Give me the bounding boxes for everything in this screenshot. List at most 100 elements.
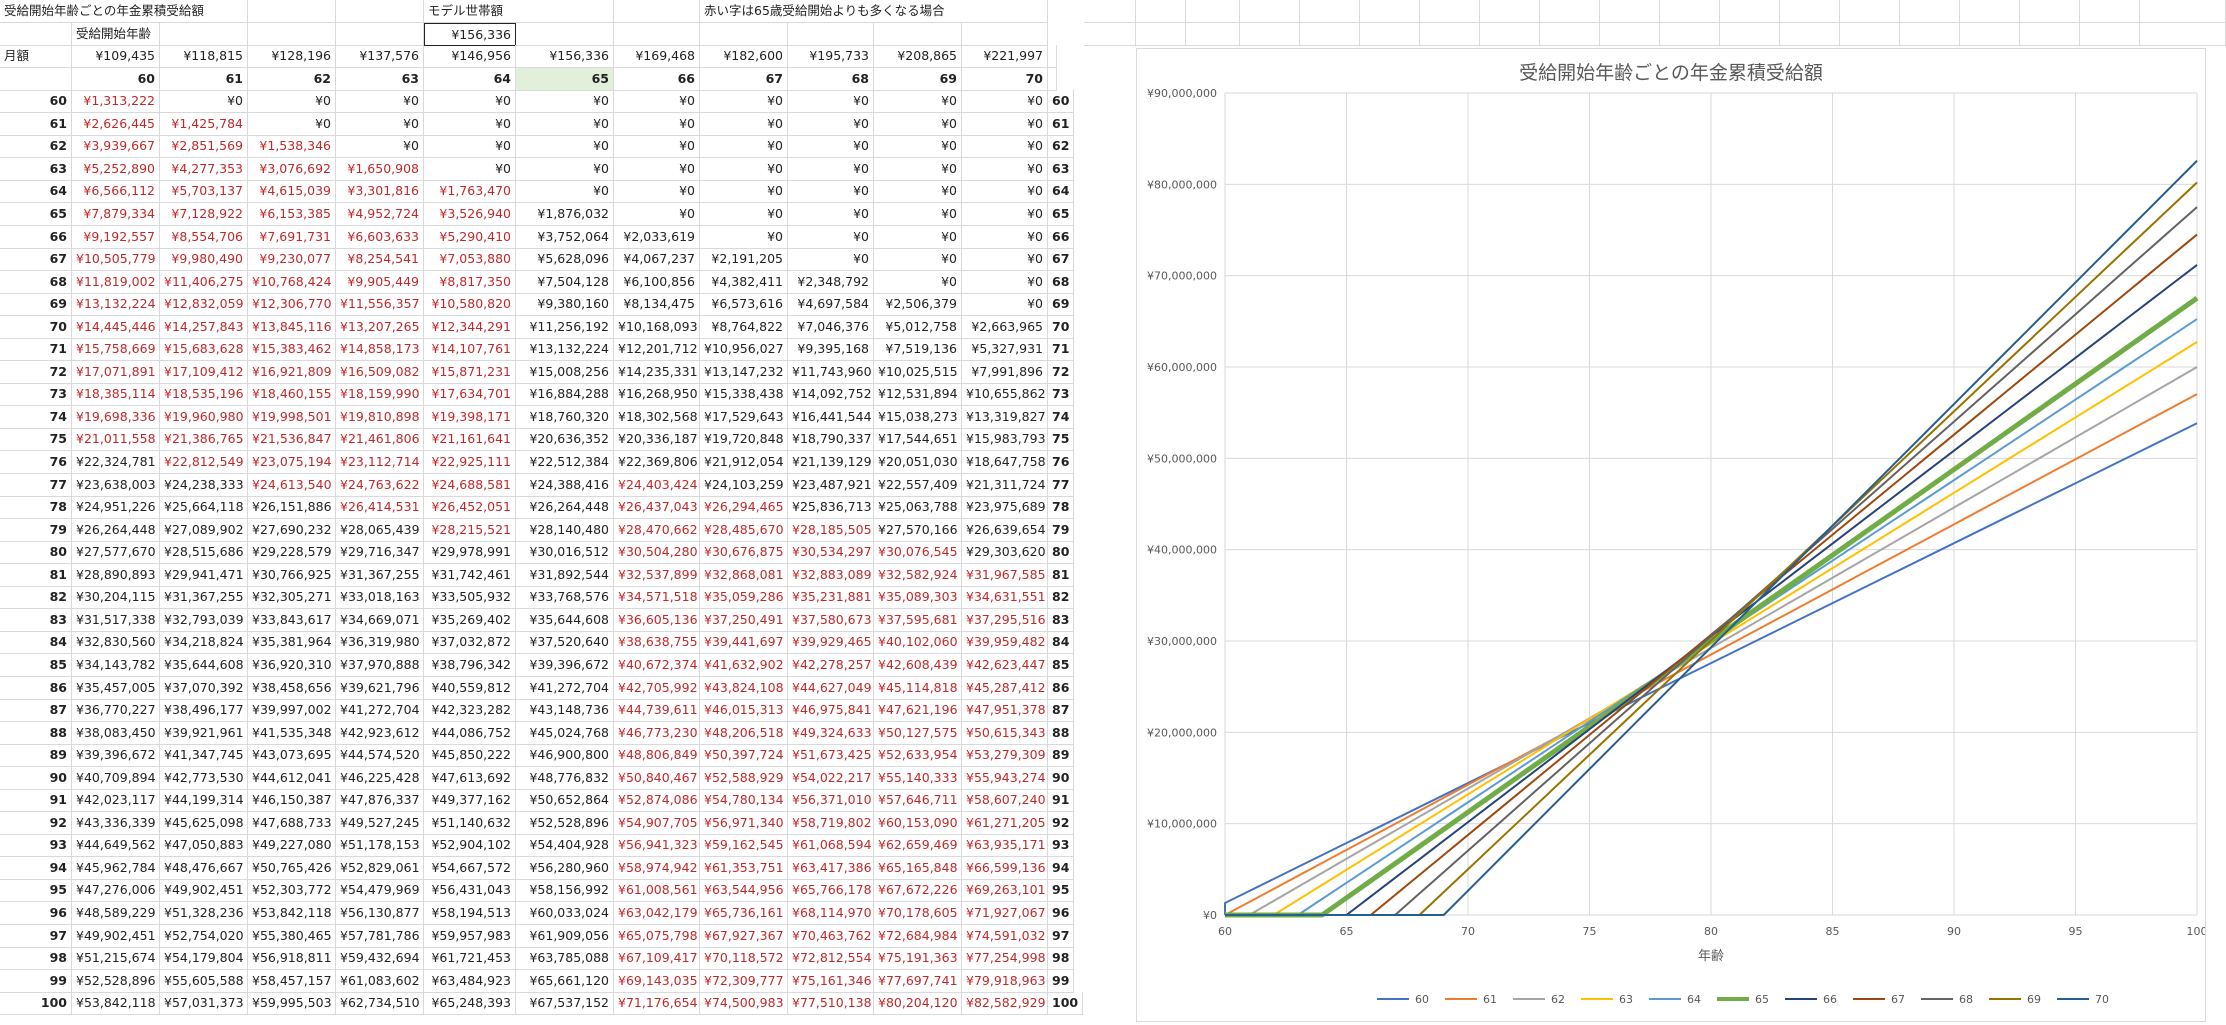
amount-cell[interactable]: ¥15,983,793	[962, 428, 1048, 452]
amount-cell[interactable]: ¥0	[700, 157, 788, 181]
amount-cell[interactable]: ¥49,902,451	[160, 879, 248, 903]
monthly-amount-cell[interactable]: ¥137,576	[336, 45, 424, 69]
amount-cell[interactable]: ¥32,537,899	[614, 563, 700, 587]
amount-cell[interactable]: ¥41,272,704	[516, 676, 614, 700]
amount-cell[interactable]: ¥35,644,608	[516, 608, 614, 632]
start-age-header-cell[interactable]: 61	[160, 67, 248, 91]
amount-cell[interactable]: ¥65,766,178	[788, 879, 874, 903]
amount-cell[interactable]: ¥0	[962, 248, 1048, 272]
amount-cell[interactable]: ¥0	[614, 135, 700, 159]
amount-cell[interactable]: ¥0	[962, 180, 1048, 204]
amount-cell[interactable]: ¥30,504,280	[614, 541, 700, 565]
amount-cell[interactable]: ¥0	[874, 270, 962, 294]
age-row-label-right[interactable]: 85	[1048, 653, 1075, 677]
amount-cell[interactable]: ¥48,589,229	[72, 902, 160, 925]
amount-cell[interactable]: ¥16,441,544	[788, 405, 874, 429]
amount-cell[interactable]: ¥29,978,991	[424, 541, 516, 565]
amount-cell[interactable]: ¥61,353,751	[700, 856, 788, 880]
amount-cell[interactable]: ¥7,519,136	[874, 338, 962, 362]
amount-cell[interactable]: ¥58,719,802	[788, 811, 874, 835]
age-row-label-right[interactable]: 69	[1048, 293, 1075, 317]
amount-cell[interactable]: ¥40,672,374	[614, 653, 700, 677]
age-row-header[interactable]: 87	[0, 699, 72, 723]
amount-cell[interactable]: ¥0	[962, 293, 1048, 317]
amount-cell[interactable]: ¥46,150,387	[248, 789, 336, 813]
start-age-header-cell[interactable]: 67	[700, 67, 788, 91]
amount-cell[interactable]: ¥43,824,108	[700, 676, 788, 700]
amount-cell[interactable]: ¥9,905,449	[336, 270, 424, 294]
age-row-label-right[interactable]: 99	[1048, 969, 1075, 993]
age-row-header[interactable]: 81	[0, 563, 72, 587]
amount-cell[interactable]: ¥42,023,117	[72, 789, 160, 813]
amount-cell[interactable]: ¥35,381,964	[248, 631, 336, 655]
age-row-label-right[interactable]: 96	[1048, 902, 1075, 925]
amount-cell[interactable]: ¥19,720,848	[700, 428, 788, 452]
amount-cell[interactable]: ¥56,431,043	[424, 879, 516, 903]
age-row-label-right[interactable]: 86	[1048, 676, 1075, 700]
amount-cell[interactable]: ¥59,957,983	[424, 924, 516, 948]
amount-cell[interactable]: ¥63,417,386	[788, 856, 874, 880]
amount-cell[interactable]: ¥67,109,417	[614, 947, 700, 971]
amount-cell[interactable]: ¥37,032,872	[424, 631, 516, 655]
amount-cell[interactable]: ¥66,599,136	[962, 856, 1048, 880]
empty-cell[interactable]	[1840, 0, 1900, 23]
amount-cell[interactable]: ¥68,114,970	[788, 902, 874, 925]
amount-cell[interactable]: ¥14,257,843	[160, 315, 248, 339]
amount-cell[interactable]: ¥56,371,010	[788, 789, 874, 813]
age-row-label-right[interactable]: 82	[1048, 586, 1075, 610]
amount-cell[interactable]: ¥48,776,832	[516, 766, 614, 790]
red-note-cell[interactable]: 赤い字は65歳受給開始よりも多くなる場合	[700, 0, 1048, 23]
model-value-cell[interactable]: ¥156,336	[424, 22, 516, 46]
age-row-header[interactable]: 71	[0, 338, 72, 362]
amount-cell[interactable]: ¥1,538,346	[248, 135, 336, 159]
amount-cell[interactable]: ¥53,842,118	[72, 992, 160, 1016]
amount-cell[interactable]: ¥4,067,237	[614, 248, 700, 272]
amount-cell[interactable]: ¥23,638,003	[72, 473, 160, 497]
amount-cell[interactable]: ¥52,874,086	[614, 789, 700, 813]
amount-cell[interactable]: ¥2,663,965	[962, 315, 1048, 339]
amount-cell[interactable]: ¥54,780,134	[700, 789, 788, 813]
amount-cell[interactable]: ¥54,907,705	[614, 811, 700, 835]
amount-cell[interactable]: ¥7,128,922	[160, 202, 248, 226]
amount-cell[interactable]: ¥65,248,393	[424, 992, 516, 1016]
amount-cell[interactable]: ¥38,458,656	[248, 676, 336, 700]
amount-cell[interactable]: ¥20,636,352	[516, 428, 614, 452]
amount-cell[interactable]: ¥77,510,138	[788, 992, 874, 1016]
amount-cell[interactable]: ¥26,414,531	[336, 496, 424, 520]
amount-cell[interactable]: ¥10,655,862	[962, 383, 1048, 407]
amount-cell[interactable]: ¥54,179,804	[160, 947, 248, 971]
amount-cell[interactable]: ¥18,159,990	[336, 383, 424, 407]
amount-cell[interactable]: ¥8,554,706	[160, 225, 248, 249]
amount-cell[interactable]: ¥8,817,350	[424, 270, 516, 294]
amount-cell[interactable]: ¥35,457,005	[72, 676, 160, 700]
empty-cell[interactable]	[1360, 22, 1420, 46]
amount-cell[interactable]: ¥63,484,923	[424, 969, 516, 993]
amount-cell[interactable]: ¥35,089,303	[874, 586, 962, 610]
amount-cell[interactable]: ¥6,603,633	[336, 225, 424, 249]
age-row-header[interactable]: 69	[0, 293, 72, 317]
amount-cell[interactable]: ¥15,038,273	[874, 405, 962, 429]
amount-cell[interactable]: ¥58,607,240	[962, 789, 1048, 813]
amount-cell[interactable]: ¥21,011,558	[72, 428, 160, 452]
age-row-header[interactable]: 91	[0, 789, 72, 813]
amount-cell[interactable]: ¥15,758,669	[72, 338, 160, 362]
amount-cell[interactable]: ¥65,075,798	[614, 924, 700, 948]
amount-cell[interactable]: ¥33,018,163	[336, 586, 424, 610]
monthly-amount-cell[interactable]: ¥156,336	[516, 45, 614, 69]
monthly-amount-cell[interactable]: ¥208,865	[874, 45, 962, 69]
amount-cell[interactable]: ¥58,156,992	[516, 879, 614, 903]
amount-cell[interactable]: ¥34,631,551	[962, 586, 1048, 610]
amount-cell[interactable]: ¥18,760,320	[516, 405, 614, 429]
amount-cell[interactable]: ¥39,997,002	[248, 699, 336, 723]
amount-cell[interactable]: ¥14,107,761	[424, 338, 516, 362]
amount-cell[interactable]: ¥67,927,367	[700, 924, 788, 948]
amount-cell[interactable]: ¥22,369,806	[614, 451, 700, 474]
age-row-label-right[interactable]: 78	[1048, 496, 1075, 520]
amount-cell[interactable]: ¥69,143,035	[614, 969, 700, 993]
empty-cell[interactable]	[1084, 0, 1136, 23]
amount-cell[interactable]: ¥37,520,640	[516, 631, 614, 655]
amount-cell[interactable]: ¥2,506,379	[874, 293, 962, 317]
amount-cell[interactable]: ¥44,739,611	[614, 699, 700, 723]
age-row-header[interactable]: 94	[0, 856, 72, 880]
amount-cell[interactable]: ¥27,570,166	[874, 518, 962, 542]
